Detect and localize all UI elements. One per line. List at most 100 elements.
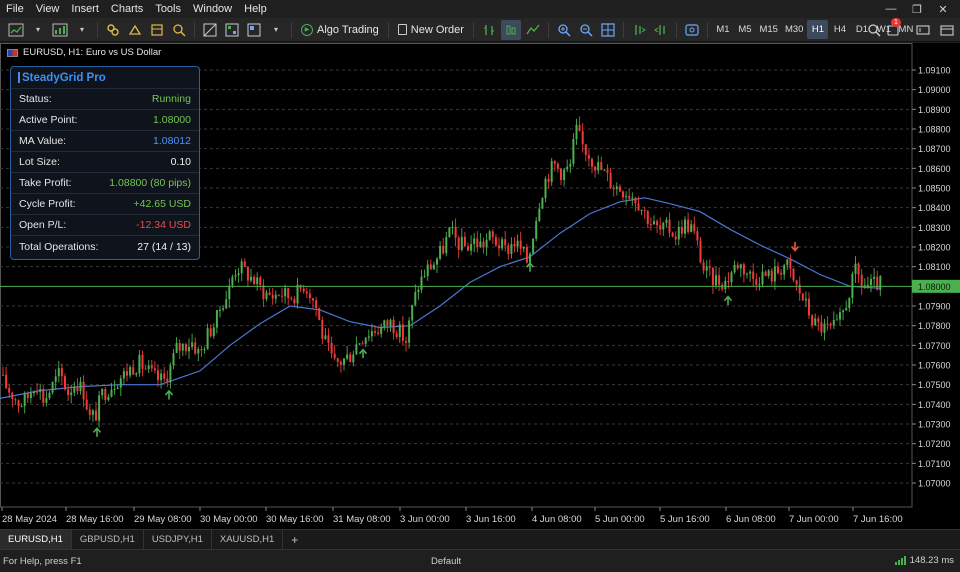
panel-row: Take Profit: 1.08800 (80 pips) bbox=[11, 173, 199, 194]
candle-body bbox=[293, 298, 296, 304]
candle-body bbox=[746, 273, 748, 275]
line-chart-icon[interactable] bbox=[523, 20, 543, 40]
connection-status[interactable]: 148.23 ms bbox=[894, 555, 954, 566]
candle-body bbox=[674, 236, 677, 240]
menu-view[interactable]: View bbox=[30, 0, 66, 18]
tab-xauusd[interactable]: XAUUSD,H1 bbox=[212, 530, 284, 549]
candle-body bbox=[110, 389, 113, 397]
candle-body bbox=[343, 358, 345, 365]
profiles-icon[interactable] bbox=[244, 20, 264, 40]
period-separator-icon[interactable] bbox=[682, 20, 702, 40]
tab-usdjpy[interactable]: USDJPY,H1 bbox=[144, 530, 212, 549]
tab-eurusd[interactable]: EURUSD,H1 bbox=[0, 530, 72, 549]
menu-help[interactable]: Help bbox=[238, 0, 273, 18]
candle-body bbox=[659, 225, 662, 230]
add-tab-button[interactable]: + bbox=[283, 530, 306, 549]
candle-body bbox=[209, 328, 212, 337]
candle-body bbox=[485, 239, 488, 248]
chevron-down-icon[interactable]: ▾ bbox=[28, 20, 48, 40]
candle-body bbox=[184, 343, 187, 352]
candle-body bbox=[147, 365, 150, 370]
x-tick-label: 3 Jun 00:00 bbox=[400, 514, 450, 525]
search-icon[interactable] bbox=[864, 20, 884, 40]
candle-body bbox=[488, 231, 491, 240]
candle-body bbox=[302, 288, 305, 292]
zoom-in-icon[interactable] bbox=[554, 20, 574, 40]
candle-body bbox=[243, 261, 246, 268]
candle-body bbox=[829, 323, 832, 326]
zoom-out-icon[interactable] bbox=[576, 20, 596, 40]
candle-body bbox=[578, 124, 581, 132]
candle-body bbox=[454, 226, 457, 238]
chart-window[interactable]: 1.08000 1.09100 1.09000 1.08900 1.08800 1.08… bbox=[0, 43, 960, 529]
candle-body bbox=[777, 266, 779, 273]
new-order-button[interactable]: New Order bbox=[393, 20, 469, 40]
timeframe-m1[interactable]: M1 bbox=[712, 20, 733, 39]
navigator-icon[interactable] bbox=[169, 20, 189, 40]
notifications-icon[interactable]: 1 bbox=[883, 18, 903, 40]
timeframe-h4[interactable]: H4 bbox=[829, 20, 850, 39]
candle-body bbox=[271, 294, 274, 299]
timeframe-h1[interactable]: H1 bbox=[807, 20, 829, 39]
y-tick-label: 1.08300 bbox=[918, 223, 951, 233]
candle-body bbox=[250, 276, 252, 281]
candle-body bbox=[603, 169, 606, 171]
candle-body bbox=[854, 263, 857, 274]
market-watch-icon[interactable] bbox=[125, 20, 145, 40]
candle-body bbox=[8, 387, 11, 393]
menu-tools[interactable]: Tools bbox=[149, 0, 187, 18]
candle-body bbox=[845, 307, 848, 311]
chevron-down-icon[interactable]: ▾ bbox=[266, 20, 286, 40]
grid-window-icon[interactable] bbox=[222, 20, 242, 40]
candlestick-icon[interactable] bbox=[500, 19, 521, 40]
candle-body bbox=[680, 226, 683, 234]
candle-body bbox=[494, 237, 497, 246]
y-tick-label: 1.07800 bbox=[918, 321, 951, 331]
toolbar-separator bbox=[387, 21, 389, 38]
crosshair-chart-icon[interactable] bbox=[200, 20, 220, 40]
candle-body bbox=[842, 310, 845, 313]
timeframe-m15[interactable]: M15 bbox=[756, 20, 780, 39]
candle-body bbox=[23, 392, 26, 407]
candle-body bbox=[411, 304, 414, 321]
candle-body bbox=[804, 298, 807, 301]
restore-button[interactable]: ❐ bbox=[904, 0, 930, 18]
candle-body bbox=[370, 331, 373, 337]
candle-body bbox=[358, 343, 361, 345]
menu-insert[interactable]: Insert bbox=[65, 0, 105, 18]
menu-window[interactable]: Window bbox=[187, 0, 238, 18]
candle-body bbox=[597, 162, 600, 171]
timeframe-m30[interactable]: M30 bbox=[782, 20, 806, 39]
tile-windows-icon[interactable] bbox=[598, 20, 618, 40]
tab-gbpusd[interactable]: GBPUSD,H1 bbox=[72, 530, 144, 549]
chevron-down-icon[interactable]: ▾ bbox=[72, 20, 92, 40]
new-chart-icon[interactable] bbox=[6, 20, 26, 40]
candle-body bbox=[296, 284, 299, 304]
candle-body bbox=[240, 261, 243, 274]
status-profile[interactable]: Default bbox=[431, 556, 461, 567]
minimize-button[interactable]: — bbox=[878, 0, 904, 18]
chart-shift-icon[interactable] bbox=[629, 20, 649, 40]
candle-body bbox=[823, 323, 826, 333]
algo-trading-button[interactable]: ▶ Algo Trading bbox=[296, 20, 384, 40]
x-tick-label: 30 May 16:00 bbox=[266, 514, 324, 525]
bar-chart-icon[interactable] bbox=[479, 20, 499, 40]
data-window-icon[interactable] bbox=[147, 20, 167, 40]
autoscroll-icon[interactable] bbox=[651, 20, 671, 40]
chart-tabs: EURUSD,H1 GBPUSD,H1 USDJPY,H1 XAUUSD,H1 … bbox=[0, 529, 960, 549]
close-button[interactable]: ✕ bbox=[930, 0, 956, 18]
candle-body bbox=[473, 238, 476, 245]
strategy-tester-icon[interactable] bbox=[103, 20, 123, 40]
account-icon[interactable] bbox=[937, 20, 957, 40]
candle-body bbox=[414, 292, 417, 305]
templates-icon[interactable] bbox=[50, 20, 70, 40]
buy-arrow bbox=[525, 261, 535, 272]
menu-file[interactable]: File bbox=[0, 0, 30, 18]
signals-icon[interactable] bbox=[913, 20, 933, 40]
timeframe-m5[interactable]: M5 bbox=[734, 20, 755, 39]
menu-charts[interactable]: Charts bbox=[105, 0, 149, 18]
y-tick-label: 1.08800 bbox=[918, 125, 951, 135]
candle-body bbox=[259, 277, 262, 286]
candle-body bbox=[367, 336, 370, 338]
candle-body bbox=[215, 310, 218, 328]
